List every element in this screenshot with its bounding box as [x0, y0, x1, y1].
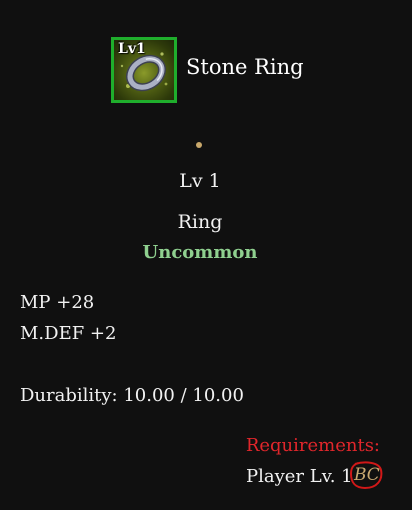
- requirement-player-level: Player Lv. 1: [246, 466, 353, 487]
- item-grade: Uncommon: [142, 242, 258, 263]
- stat-durability: Durability: 10.00 / 10.00: [20, 385, 244, 406]
- requirements-title: Requirements:: [245, 435, 380, 456]
- item-level: Lv 1: [179, 170, 221, 192]
- item-name: Stone Ring: [186, 55, 304, 79]
- item-icon-frame[interactable]: Lv1: [111, 37, 177, 103]
- bc-mark-label: BC: [354, 465, 380, 485]
- icon-level-label: Lv1: [118, 41, 146, 57]
- stat-mdef: M.DEF +2: [20, 323, 117, 344]
- item-type: Ring: [177, 211, 223, 233]
- item-tooltip: Lv1 Stone Ring Lv 1 Ring Uncommon MP +28…: [0, 0, 412, 510]
- separator-dot: [196, 142, 202, 148]
- stat-mp: MP +28: [20, 292, 95, 313]
- bc-mark: BC: [349, 460, 383, 490]
